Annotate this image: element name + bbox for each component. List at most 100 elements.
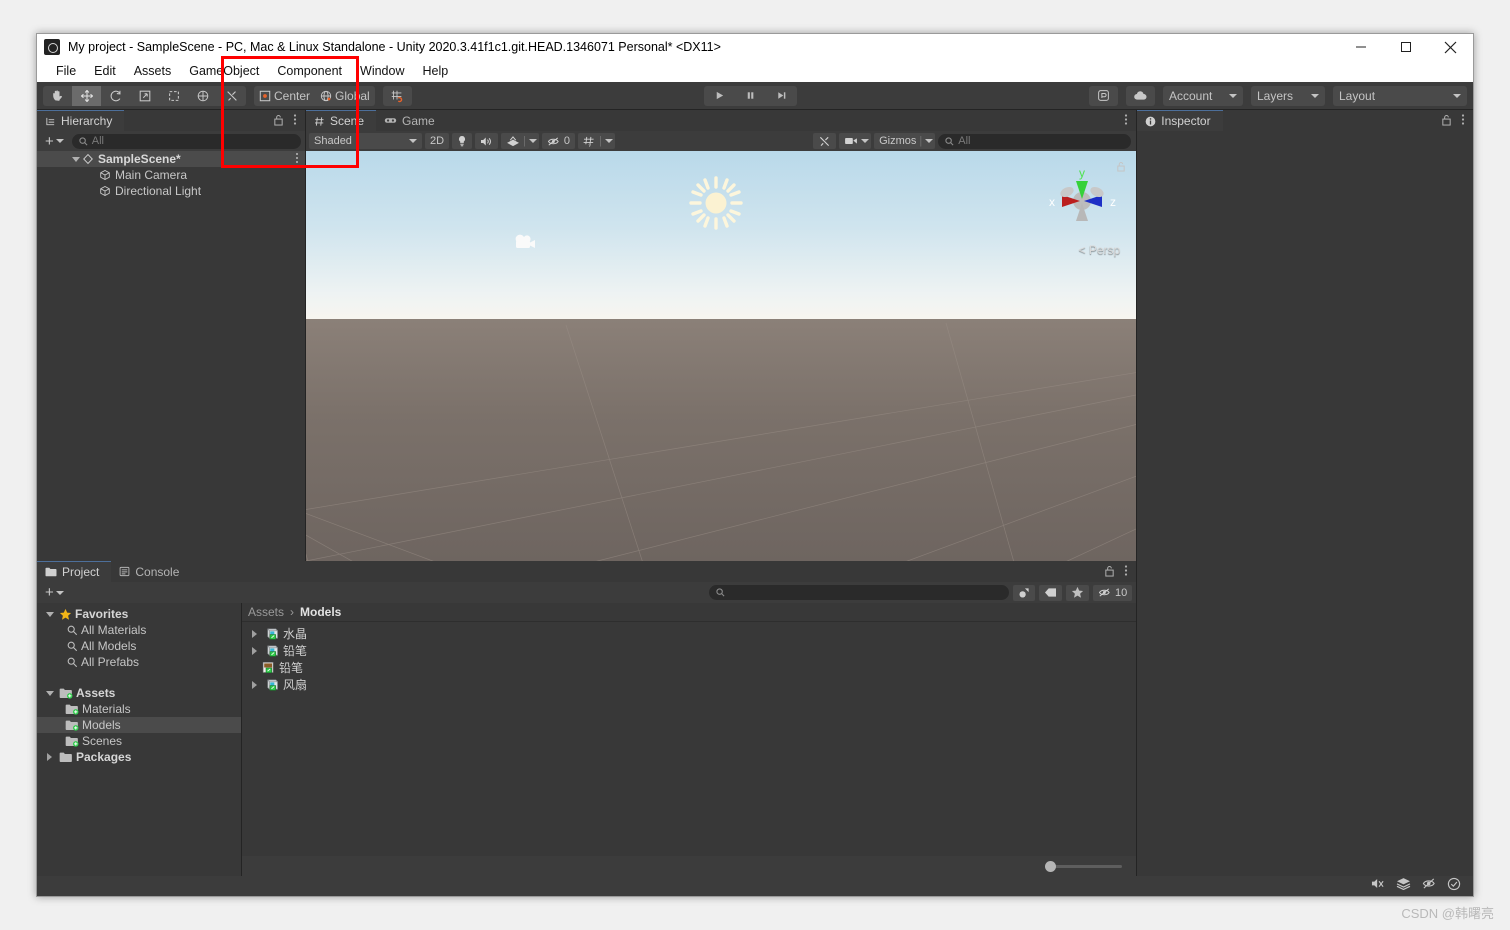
asset-list[interactable]: 水晶 铅笔 铅笔 风扇	[242, 622, 1136, 693]
menu-assets[interactable]: Assets	[125, 61, 181, 82]
project-tree[interactable]: Favorites All Materials All Models All P…	[37, 603, 242, 876]
hidden-objects-toggle[interactable]: 0	[541, 133, 576, 149]
cloud-button[interactable]	[1126, 85, 1155, 106]
project-content[interactable]: Assets › Models 水晶 铅笔 铅笔 风扇	[242, 603, 1137, 876]
close-button[interactable]	[1428, 34, 1473, 60]
panel-menu-icon[interactable]	[1124, 113, 1128, 131]
breadcrumb-root[interactable]: Assets	[248, 605, 284, 619]
scene-canvas[interactable]: y x z < Persp	[306, 151, 1137, 561]
menu-file[interactable]: File	[47, 61, 85, 82]
collab-icon[interactable]	[1089, 86, 1118, 106]
move-tool-icon[interactable]	[72, 85, 101, 106]
audio-icon[interactable]	[475, 133, 499, 149]
draw-mode-dropdown[interactable]: Shaded	[309, 133, 422, 149]
scene-axis-gizmo[interactable]: y x z	[1036, 155, 1128, 241]
hierarchy-item-directional-light[interactable]: Directional Light	[37, 183, 305, 199]
directional-light-gizmo[interactable]	[687, 174, 745, 237]
tab-project[interactable]: Project	[37, 561, 112, 582]
maximize-button[interactable]	[1383, 34, 1428, 60]
hierarchy-add-button[interactable]: +	[41, 133, 68, 150]
perspective-label[interactable]: < Persp	[1079, 243, 1121, 257]
collab-button[interactable]	[1089, 85, 1118, 106]
project-hidden-count[interactable]: 10	[1092, 584, 1133, 601]
panel-menu-icon[interactable]	[1124, 564, 1128, 582]
hierarchy-item-main-camera[interactable]: Main Camera	[37, 167, 305, 183]
slider-knob[interactable]	[1045, 860, 1057, 872]
scene-camera-icon[interactable]	[839, 133, 872, 149]
expand-arrow-icon[interactable]	[43, 611, 56, 617]
lock-icon[interactable]	[273, 113, 284, 131]
gizmo-lock-icon[interactable]	[1116, 159, 1126, 177]
menu-gameobject[interactable]: GameObject	[180, 61, 268, 82]
breadcrumb[interactable]: Assets › Models	[242, 603, 1137, 622]
expand-arrow-icon[interactable]	[69, 156, 82, 162]
cloud-icon[interactable]	[1126, 86, 1155, 106]
scene-menu-icon[interactable]	[295, 152, 305, 167]
ready-check-icon[interactable]	[1447, 877, 1461, 896]
main-camera-gizmo[interactable]	[513, 233, 537, 256]
toggle-2d-button[interactable]: 2D	[425, 133, 450, 149]
project-search-input[interactable]	[708, 585, 1009, 600]
lock-icon[interactable]	[1104, 564, 1115, 582]
asset-item-qianbi-texture[interactable]: 铅笔	[242, 659, 1136, 676]
expand-arrow-icon[interactable]	[248, 646, 261, 655]
asset-item-qianbi-model[interactable]: 铅笔	[242, 642, 1136, 659]
rotate-tool-icon[interactable]	[101, 86, 130, 106]
tab-console[interactable]: Console	[111, 561, 191, 582]
play-button[interactable]	[704, 86, 735, 106]
gizmos-dropdown[interactable]: Gizmos |	[874, 133, 936, 149]
rect-tool-icon[interactable]	[159, 86, 188, 106]
step-button[interactable]	[766, 86, 797, 106]
no-gizmos-icon[interactable]	[1422, 877, 1436, 895]
scene-viewport[interactable]: y x z < Persp	[306, 151, 1137, 561]
transform-tool-icon[interactable]	[188, 86, 217, 106]
inspector-body[interactable]	[1137, 131, 1473, 876]
expand-arrow-icon[interactable]	[43, 753, 56, 761]
minimize-button[interactable]	[1338, 34, 1383, 60]
breadcrumb-current[interactable]: Models	[300, 605, 341, 619]
menu-component[interactable]: Component	[268, 61, 351, 82]
expand-arrow-icon[interactable]	[43, 690, 56, 696]
menu-help[interactable]: Help	[413, 61, 457, 82]
account-dropdown[interactable]: Account	[1163, 85, 1243, 106]
grid-snap-icon[interactable]	[383, 86, 412, 106]
project-tree-favorites[interactable]: Favorites	[37, 606, 241, 622]
project-add-button[interactable]: +	[41, 584, 68, 601]
panel-menu-icon[interactable]	[1461, 113, 1465, 131]
tab-inspector[interactable]: Inspector	[1137, 110, 1223, 131]
project-tree-scenes[interactable]: Scenes	[37, 733, 241, 749]
menu-window[interactable]: Window	[351, 61, 413, 82]
label-filter-icon[interactable]	[1038, 584, 1062, 601]
layers-status-icon[interactable]	[1396, 877, 1411, 895]
tab-hierarchy[interactable]: Hierarchy	[37, 110, 125, 131]
panel-menu-icon[interactable]	[293, 113, 297, 131]
favorite-filter-icon[interactable]	[1065, 584, 1089, 601]
chevron-down-icon[interactable]	[604, 139, 613, 143]
project-tree-all-prefabs[interactable]: All Prefabs	[37, 654, 241, 670]
menu-edit[interactable]: Edit	[85, 61, 125, 82]
scale-tool-icon[interactable]	[130, 86, 159, 106]
project-tree-assets[interactable]: Assets	[37, 685, 241, 701]
tab-game[interactable]: Game	[376, 110, 447, 131]
project-tree-all-materials[interactable]: All Materials	[37, 622, 241, 638]
hierarchy-tree[interactable]: SampleScene* Main Camera Directional Lig…	[37, 151, 305, 561]
lock-icon[interactable]	[1441, 113, 1452, 131]
hierarchy-item-samplescene[interactable]: SampleScene*	[37, 151, 305, 167]
grid-icon[interactable]: y |	[578, 133, 615, 149]
project-tree-models[interactable]: Models	[37, 717, 241, 733]
scene-search-input[interactable]: All	[938, 133, 1132, 149]
project-tree-materials[interactable]: Materials	[37, 701, 241, 717]
asset-item-fengshan[interactable]: 风扇	[242, 676, 1136, 693]
expand-arrow-icon[interactable]	[248, 629, 261, 638]
project-tree-packages[interactable]: Packages	[37, 749, 241, 765]
expand-arrow-icon[interactable]	[248, 680, 261, 689]
pause-button[interactable]	[735, 86, 766, 106]
chevron-down-icon[interactable]	[528, 139, 537, 143]
chevron-down-icon[interactable]	[861, 139, 870, 143]
scene-tools-icon[interactable]	[813, 133, 837, 149]
pivot-rotation-button[interactable]: Global	[315, 86, 375, 106]
light-bulb-icon[interactable]	[452, 133, 473, 149]
hierarchy-search-input[interactable]: All	[71, 133, 301, 149]
tab-scene[interactable]: Scene	[306, 110, 377, 131]
layers-dropdown[interactable]: Layers	[1251, 85, 1325, 106]
